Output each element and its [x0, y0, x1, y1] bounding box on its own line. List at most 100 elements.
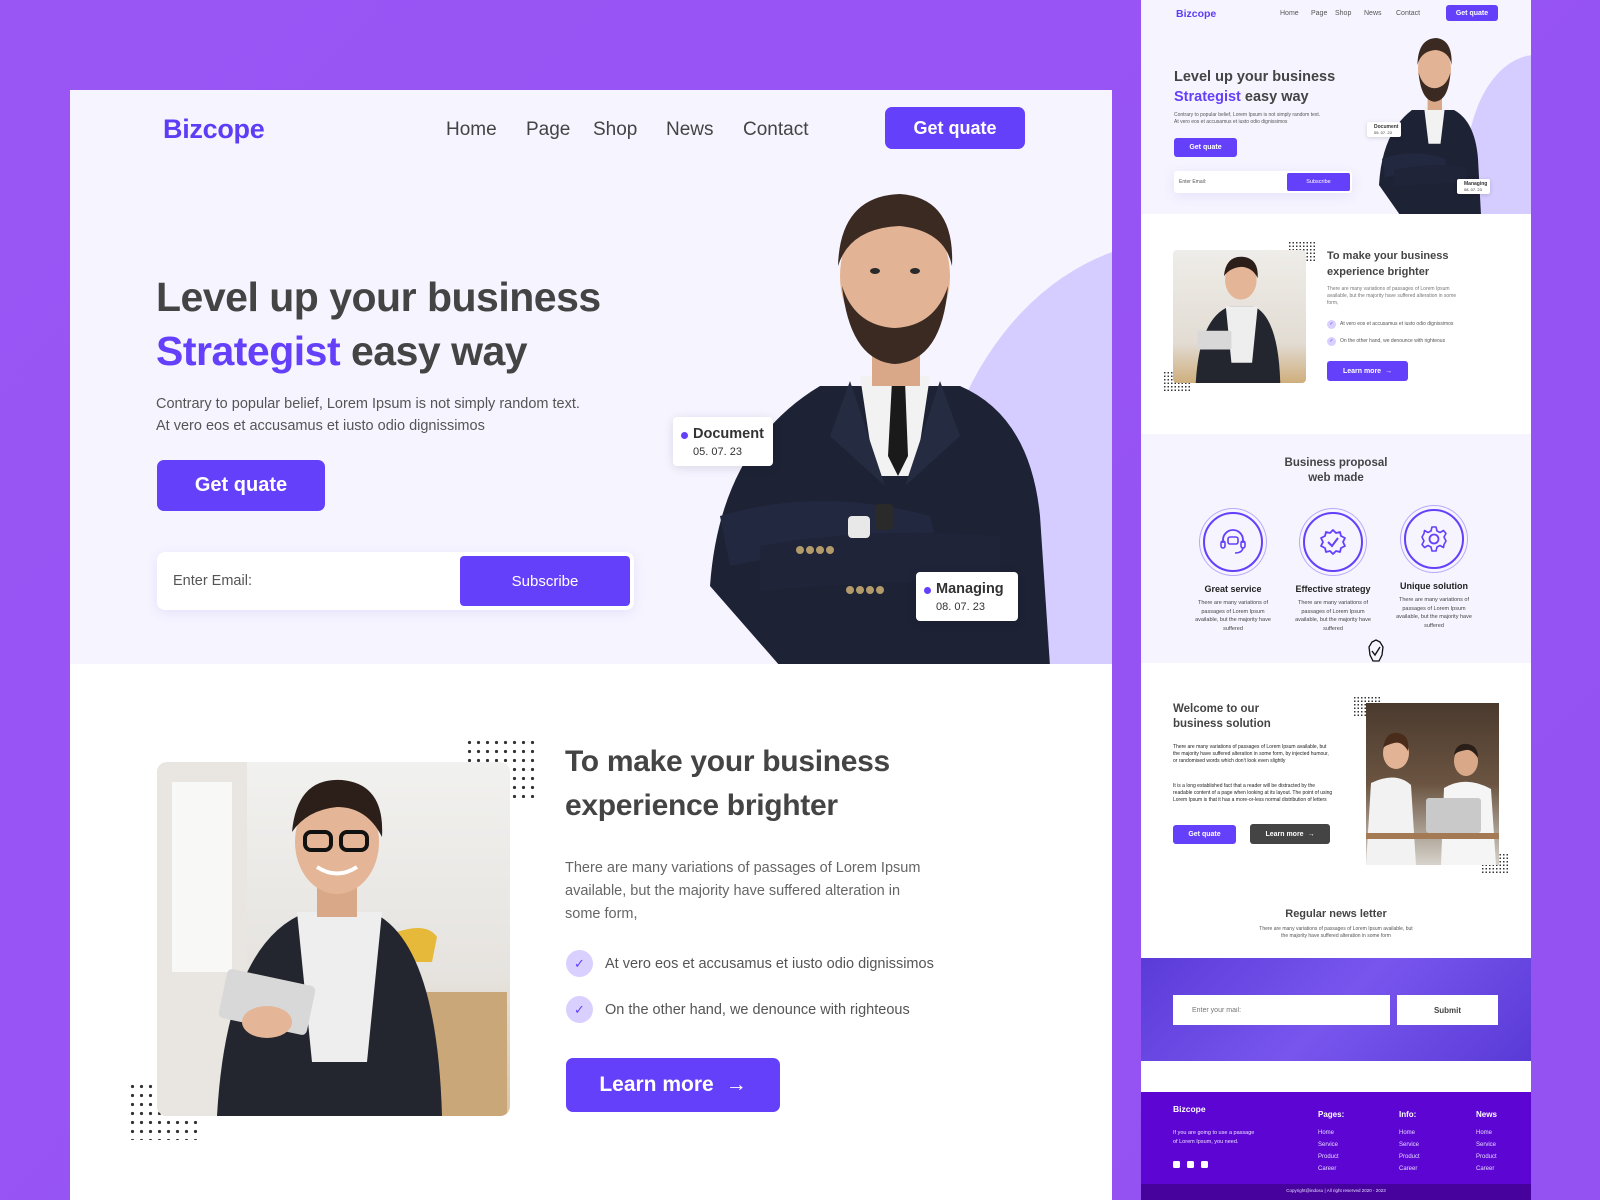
- preview-check-icon: ✓: [1327, 337, 1336, 346]
- preview-welcome-learn-more-label: Learn more: [1265, 830, 1304, 838]
- preview-newsletter-title: Regular news letter: [1285, 908, 1387, 920]
- hero-subtitle-line1: Contrary to popular belief, Lorem Ipsum …: [156, 396, 580, 412]
- preview-welcome-title-line2: business solution: [1173, 718, 1271, 730]
- section2-text-line1: There are many variations of passages of…: [565, 860, 921, 876]
- nav-page[interactable]: Page: [526, 119, 570, 141]
- footer-link[interactable]: Product: [1476, 1154, 1497, 1160]
- check-item-text: On the other hand, we denounce with righ…: [605, 1001, 910, 1018]
- preview-logo[interactable]: Bizcope: [1176, 8, 1216, 20]
- preview-title-rest: easy way: [1240, 89, 1309, 105]
- subscribe-form: Subscribe: [157, 552, 634, 610]
- preview-check-text: At vero eos et accusamus et iusto odio d…: [1340, 321, 1454, 327]
- check-item-text: At vero eos et accusamus et iusto odio d…: [605, 955, 934, 972]
- tag-date: 05. 07. 23: [693, 446, 742, 458]
- badge-check-cursor-icon: [1367, 639, 1385, 668]
- preview-footer-about-line1: If you are going to use a passage: [1173, 1130, 1255, 1136]
- preview-learn-more-button[interactable]: Learn more →: [1327, 361, 1408, 381]
- preview-check-text: On the other hand, we denounce with righ…: [1340, 338, 1446, 344]
- arrow-right-icon: →: [1385, 367, 1393, 375]
- check-icon: ✓: [566, 950, 593, 977]
- hero-title: Level up your business Strategist easy w…: [156, 270, 676, 378]
- tag-dot-icon: [681, 432, 688, 439]
- preview-nav-home[interactable]: Home: [1280, 10, 1299, 17]
- preview-footer-about: If you are going to use a passage of Lor…: [1173, 1129, 1254, 1147]
- tag-date: 08. 07. 23: [936, 601, 985, 613]
- badge-check-icon: [1303, 512, 1363, 572]
- preview-footer-about-line2: of Lorem Ipsum, you need.: [1173, 1139, 1239, 1145]
- footer-link[interactable]: Product: [1318, 1154, 1339, 1160]
- preview-s2-title-line2: experience brighter: [1327, 266, 1430, 278]
- footer-link[interactable]: Career: [1318, 1166, 1336, 1172]
- hero-get-quote-button[interactable]: Get quate: [157, 460, 325, 511]
- footer-link[interactable]: Home: [1318, 1130, 1334, 1136]
- meeting-illustration: [1366, 732, 1499, 865]
- preview-hero-sub-line2: At vero eos et accusamus et iusto odio d…: [1174, 119, 1288, 125]
- businessman-tablet-illustration: [157, 762, 507, 1116]
- footer-col-heading: Info:: [1399, 1110, 1417, 1119]
- preview-nav-shop[interactable]: Shop: [1335, 10, 1351, 17]
- hero-title-line2: Strategist easy way: [156, 324, 676, 378]
- preview-welcome-learn-more-button[interactable]: Learn more →: [1250, 824, 1330, 844]
- nav-news[interactable]: News: [666, 119, 714, 141]
- feature-title: Great service: [1204, 584, 1262, 594]
- preview-hero-get-quote-button[interactable]: Get quate: [1174, 138, 1237, 157]
- nav-contact[interactable]: Contact: [743, 119, 808, 141]
- footer-link[interactable]: Service: [1476, 1142, 1496, 1148]
- nav-home[interactable]: Home: [446, 119, 497, 141]
- preview-welcome-get-quote-button[interactable]: Get quate: [1173, 825, 1236, 844]
- preview-nav-page[interactable]: Page: [1311, 10, 1327, 17]
- check-item: ✓ At vero eos et accusamus et iusto odio…: [566, 950, 934, 977]
- hero-title-line1: Level up your business: [156, 274, 601, 320]
- subscribe-button[interactable]: Subscribe: [460, 556, 630, 606]
- twitter-icon[interactable]: [1201, 1161, 1208, 1168]
- preview-hero-title: Level up your business Strategist easy w…: [1174, 67, 1335, 107]
- feature-title: Unique solution: [1400, 581, 1468, 591]
- preview-header-get-quote-button[interactable]: Get quate: [1446, 5, 1498, 21]
- section2-title-line1: To make your business: [565, 745, 890, 778]
- logo[interactable]: Bizcope: [163, 114, 265, 145]
- email-input[interactable]: [173, 570, 443, 592]
- preview-tag-date: 08. 07. 23: [1464, 187, 1482, 192]
- preview-footer-copyright: Copyright@indosu | All right reserved 20…: [1286, 1188, 1386, 1193]
- footer-link[interactable]: Service: [1318, 1142, 1338, 1148]
- footer-col-heading: Pages:: [1318, 1110, 1345, 1119]
- preview-welcome-para1: There are many variations of passages of…: [1173, 744, 1329, 764]
- preview-welcome-title-line1: Welcome to our: [1173, 703, 1260, 715]
- meeting-photo: [1366, 703, 1499, 865]
- preview-footer-social: [1173, 1161, 1208, 1168]
- instagram-icon[interactable]: [1173, 1161, 1180, 1168]
- section2-text-line2: available, but the majority have suffere…: [565, 883, 901, 899]
- headset-chat-icon: [1203, 512, 1263, 572]
- preview-nav-news[interactable]: News: [1364, 10, 1382, 17]
- hero-subtitle-line2: At vero eos et accusamus et iusto odio d…: [156, 418, 485, 434]
- header-get-quote-button[interactable]: Get quate: [885, 107, 1025, 149]
- preview-email-input[interactable]: [1179, 176, 1279, 188]
- feature-unique-solution: Unique solution There are many variation…: [1394, 509, 1474, 630]
- footer-link[interactable]: Home: [1399, 1130, 1415, 1136]
- preview-check-icon: ✓: [1327, 320, 1336, 329]
- preview-newsletter-email-input[interactable]: [1173, 995, 1390, 1025]
- facebook-icon[interactable]: [1187, 1161, 1194, 1168]
- managing-tag: Managing 08. 07. 23: [916, 572, 1018, 621]
- preview-managing-tag: Managing 08. 07. 23: [1457, 179, 1491, 194]
- footer-link[interactable]: Product: [1399, 1154, 1420, 1160]
- preview-newsletter-text-line2: the majority have suffered alteration in…: [1281, 933, 1391, 939]
- nav-shop[interactable]: Shop: [593, 119, 637, 141]
- mobile-full-page-preview: Bizcope Home Page Shop News Contact Get …: [1141, 0, 1531, 1200]
- gear-icon: [1404, 509, 1464, 569]
- tag-title: Managing: [936, 581, 1004, 597]
- preview-newsletter-submit-button[interactable]: Submit: [1397, 995, 1498, 1025]
- footer-link[interactable]: Service: [1399, 1142, 1419, 1148]
- learn-more-button[interactable]: Learn more →: [566, 1058, 780, 1112]
- preview-subscribe-button[interactable]: Subscribe: [1287, 173, 1350, 191]
- preview-young-businessman-photo: [1173, 250, 1306, 383]
- footer-link[interactable]: Home: [1476, 1130, 1492, 1136]
- hero-title-rest: easy way: [340, 328, 528, 374]
- section2-title: To make your business experience brighte…: [565, 740, 985, 828]
- preview-document-tag: Document 05. 07. 23: [1367, 122, 1402, 137]
- preview-hero: Bizcope Home Page Shop News Contact Get …: [1141, 0, 1531, 214]
- feature-effective-strategy: Effective strategy There are many variat…: [1293, 512, 1373, 633]
- footer-link[interactable]: Career: [1399, 1166, 1417, 1172]
- footer-link[interactable]: Career: [1476, 1166, 1494, 1172]
- preview-nav-contact[interactable]: Contact: [1396, 10, 1420, 17]
